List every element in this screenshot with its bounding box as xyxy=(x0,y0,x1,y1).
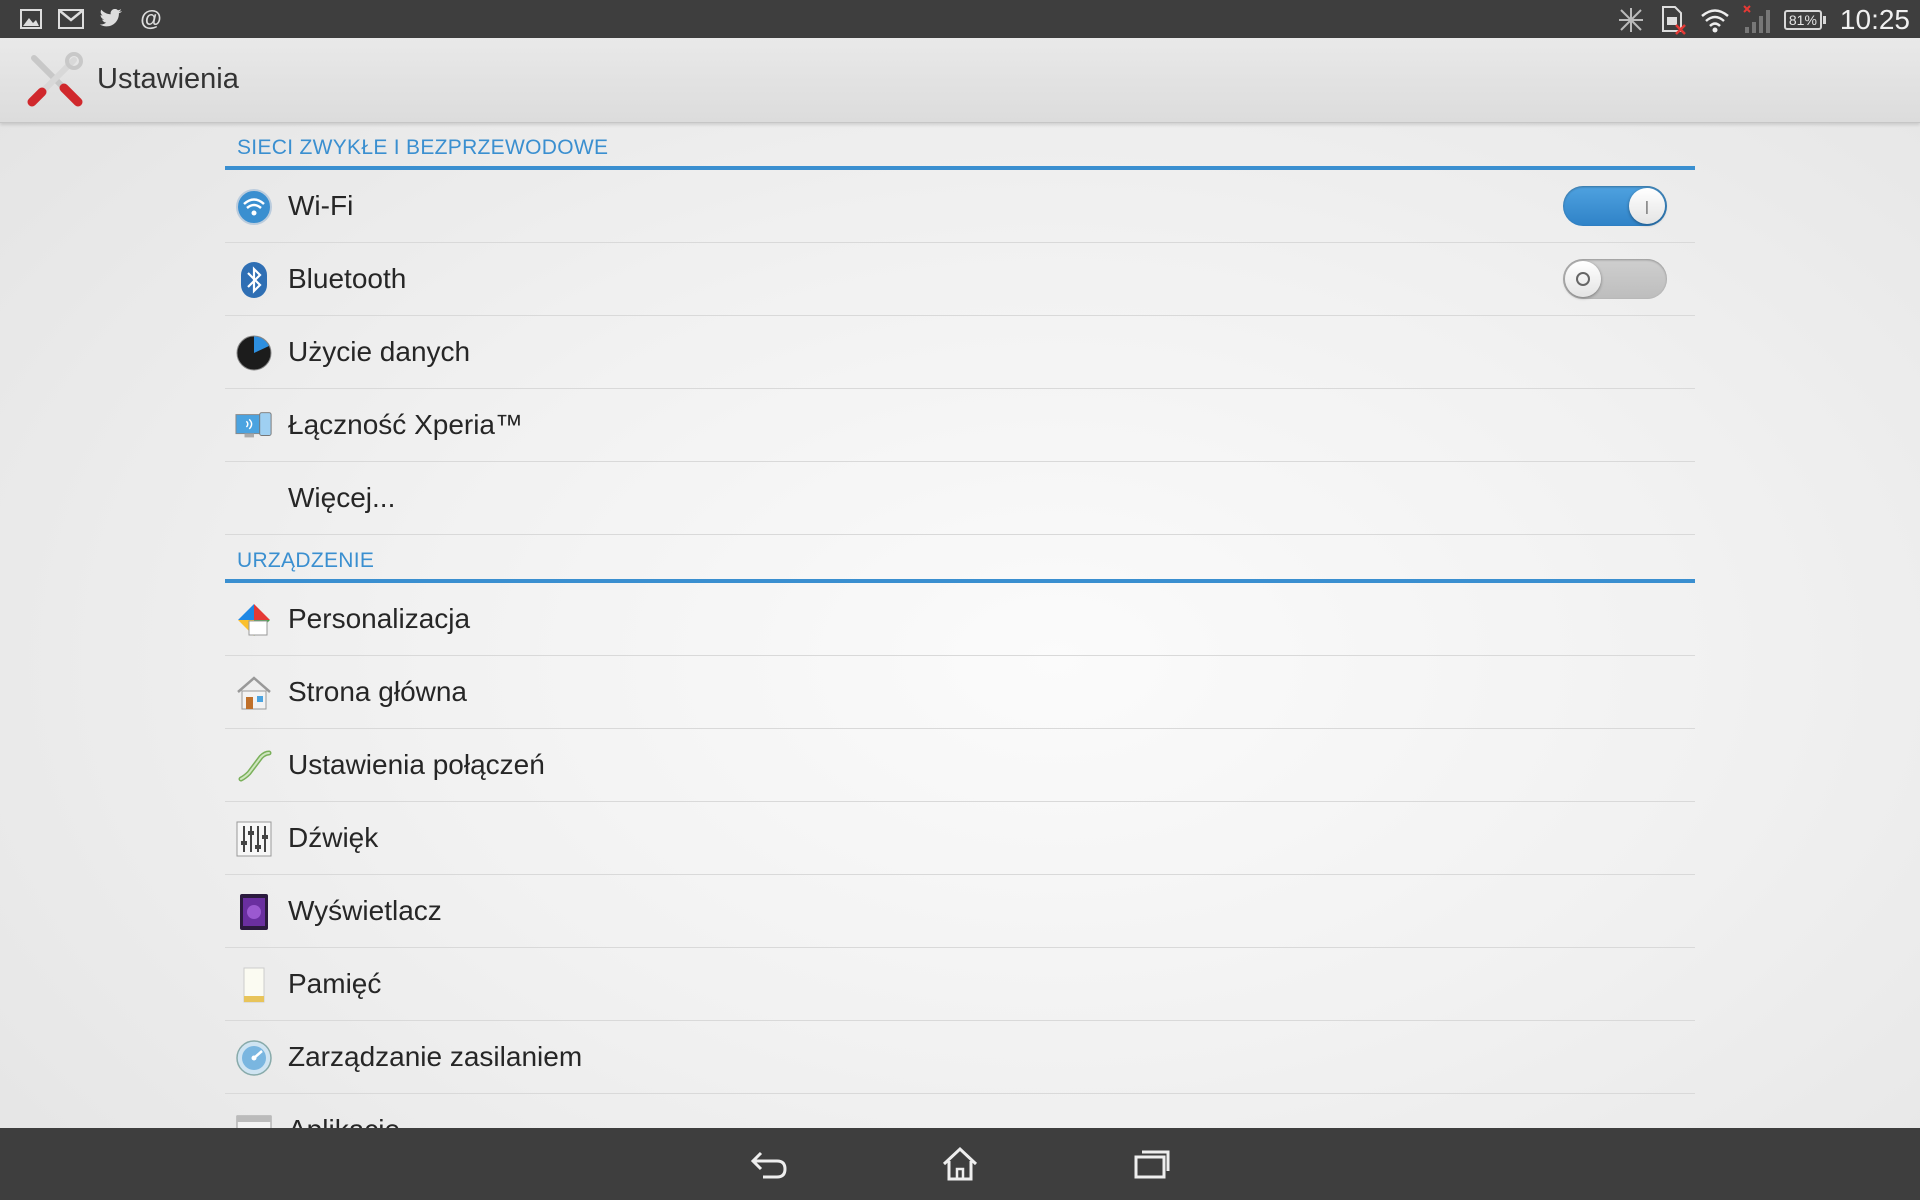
settings-item-label: Personalizacja xyxy=(288,603,471,634)
gmail-icon xyxy=(58,6,84,32)
settings-item-label: Bluetooth xyxy=(288,263,407,294)
settings-item-label: Wyświetlacz xyxy=(288,895,442,926)
personalization-icon xyxy=(235,601,273,639)
settings-tools-icon[interactable] xyxy=(26,52,84,110)
recent-apps-icon[interactable] xyxy=(1127,1142,1177,1186)
settings-item-label: Więcej... xyxy=(288,482,396,513)
system-indicators: 81% 10:25 xyxy=(1616,4,1910,36)
bluetooth-icon xyxy=(235,261,273,299)
twitter-icon xyxy=(98,6,124,32)
bluetooth-toggle[interactable] xyxy=(1563,259,1667,299)
settings-item-label: Ustawienia połączeń xyxy=(288,749,545,780)
section-header-networks: SIECI ZWYKŁE I BEZPRZEWODOWE xyxy=(225,122,1695,170)
image-icon xyxy=(18,6,44,32)
sim-missing-icon xyxy=(1658,5,1688,35)
settings-item-label: Użycie danych xyxy=(288,336,471,367)
xperia-connectivity-icon xyxy=(235,407,273,445)
wifi-icon xyxy=(235,188,273,226)
home-icon[interactable] xyxy=(935,1142,985,1186)
signal-no-service-icon xyxy=(1742,5,1772,35)
settings-item-call-settings[interactable]: Ustawienia połączeń xyxy=(225,729,1695,802)
navigation-bar xyxy=(0,1128,1920,1200)
section-header-label: SIECI ZWYKŁE I BEZPRZEWODOWE xyxy=(237,136,609,159)
settings-list: SIECI ZWYKŁE I BEZPRZEWODOWE Wi-Fi | Blu… xyxy=(225,122,1695,1167)
settings-item-sound[interactable]: Dźwięk xyxy=(225,802,1695,875)
clock: 10:25 xyxy=(1839,4,1910,35)
memory-card-icon xyxy=(235,966,273,1004)
settings-item-personalization[interactable]: Personalizacja xyxy=(225,583,1695,656)
at-sign-icon: @ xyxy=(140,6,162,31)
settings-item-display[interactable]: Wyświetlacz xyxy=(225,875,1695,948)
settings-item-memory[interactable]: Pamięć xyxy=(225,948,1695,1021)
settings-item-power-management[interactable]: Zarządzanie zasilaniem xyxy=(225,1021,1695,1094)
back-icon[interactable] xyxy=(744,1142,794,1186)
nfc-off-icon xyxy=(1616,5,1646,35)
sound-equalizer-icon xyxy=(235,820,273,858)
notification-icons: @ xyxy=(18,6,164,32)
power-management-icon xyxy=(235,1039,273,1077)
settings-item-label: Strona główna xyxy=(288,676,468,707)
call-settings-icon xyxy=(235,747,273,785)
settings-item-data-usage[interactable]: Użycie danych xyxy=(225,316,1695,389)
status-bar: @ 81% 10:25 xyxy=(0,0,1920,38)
section-header-label: URZĄDZENIE xyxy=(237,549,375,572)
settings-item-label: Dźwięk xyxy=(288,822,379,853)
section-header-device: URZĄDZENIE xyxy=(225,535,1695,583)
settings-item-home-screen[interactable]: Strona główna xyxy=(225,656,1695,729)
settings-item-label: Wi-Fi xyxy=(288,190,354,221)
settings-item-wifi[interactable]: Wi-Fi | xyxy=(225,170,1695,243)
data-usage-icon xyxy=(235,334,273,372)
home-screen-icon xyxy=(235,674,273,712)
battery-indicator: 81% xyxy=(1783,10,1826,30)
settings-item-more[interactable]: Więcej... xyxy=(225,462,1695,535)
wifi-toggle[interactable]: | xyxy=(1563,186,1667,226)
settings-item-label: Pamięć xyxy=(288,968,382,999)
display-icon xyxy=(235,893,273,931)
page-title: Ustawienia xyxy=(97,63,239,95)
action-bar: Ustawienia xyxy=(0,38,1920,123)
settings-item-xperia-connectivity[interactable]: Łączność Xperia™ xyxy=(225,389,1695,462)
settings-item-label: Łączność Xperia™ xyxy=(288,409,524,440)
wifi-icon xyxy=(1700,5,1730,35)
settings-item-label: Zarządzanie zasilaniem xyxy=(288,1041,583,1072)
settings-item-bluetooth[interactable]: Bluetooth xyxy=(225,243,1695,316)
toggle-knob: | xyxy=(1629,188,1665,224)
toggle-knob xyxy=(1565,261,1601,297)
